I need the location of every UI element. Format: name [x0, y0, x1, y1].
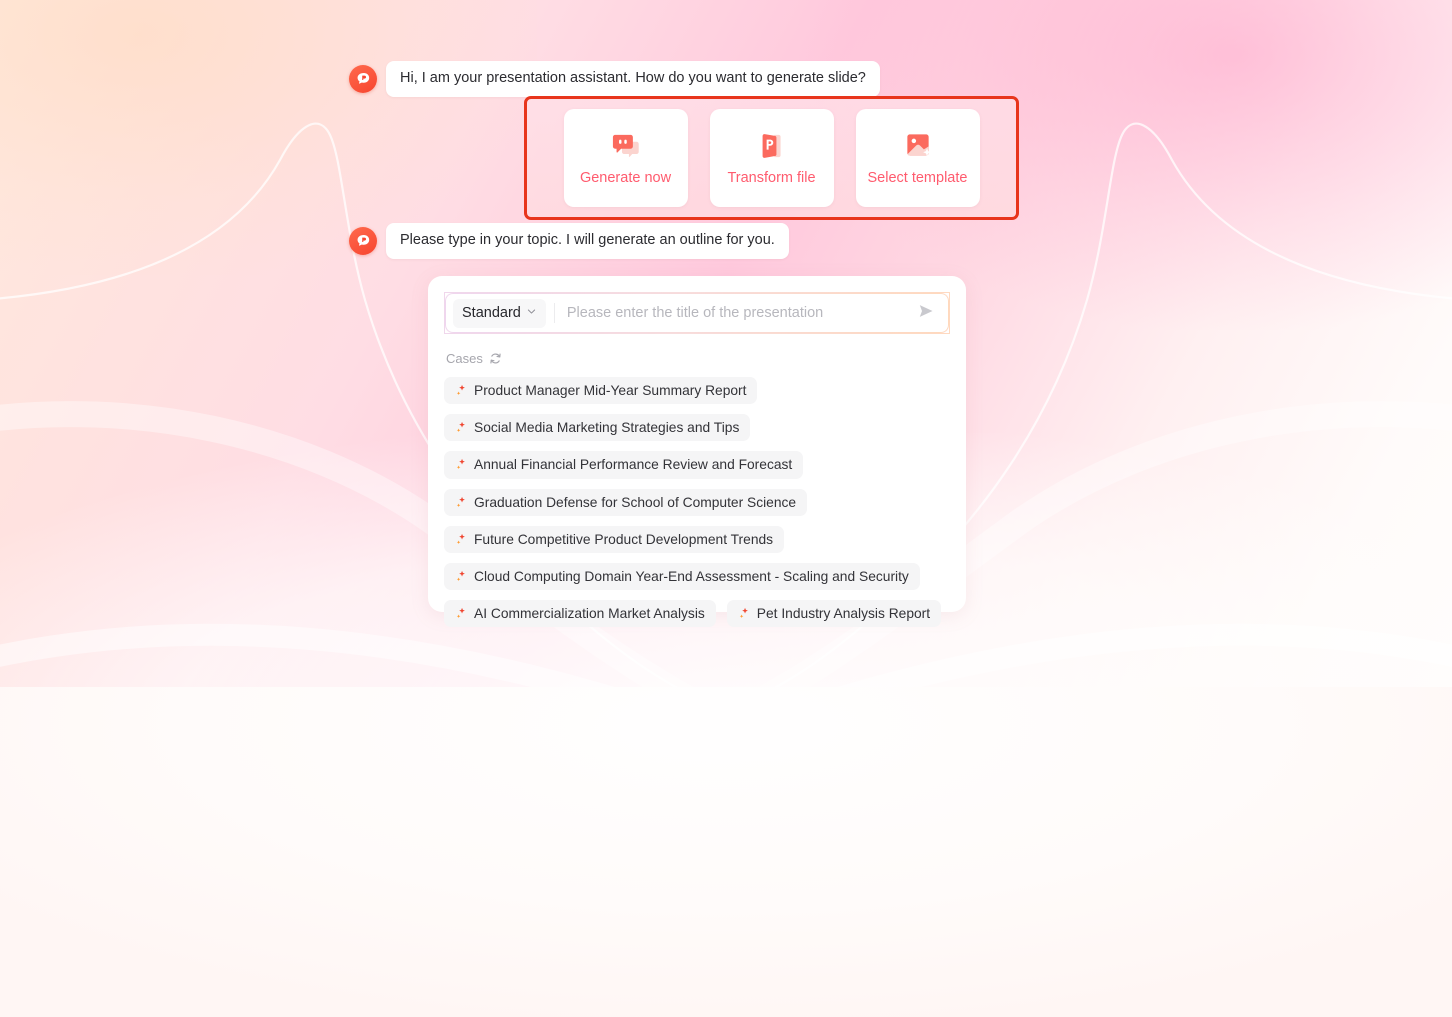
generate-now-label: Generate now [579, 170, 672, 187]
case-chip[interactable]: AI Commercialization Market Analysis [444, 600, 716, 628]
select-template-card[interactable]: Select template [855, 109, 980, 207]
generation-mode-panel: Generate now Transform file Select templ… [524, 96, 1019, 220]
cases-label: Cases [446, 350, 483, 366]
case-chip-label: Social Media Marketing Strategies and Ti… [474, 420, 740, 436]
composer-panel: Standard Cases [428, 276, 966, 628]
cases-header: Cases [446, 350, 950, 366]
select-template-label: Select template [867, 170, 968, 187]
generate-now-card[interactable]: Generate now [563, 109, 688, 207]
transform-file-label: Transform file [727, 170, 816, 187]
case-chip[interactable]: Cloud Computing Domain Year-End Assessme… [444, 562, 920, 591]
send-button[interactable] [911, 298, 941, 328]
sparkle-icon [455, 496, 467, 509]
sparkle-icon [455, 458, 467, 471]
sparkle-icon [455, 384, 467, 397]
chat-bubble-icon [609, 130, 643, 162]
case-chip[interactable]: Product Manager Mid-Year Summary Report [444, 377, 758, 405]
case-chip-label: Future Competitive Product Development T… [474, 531, 774, 547]
assistant-chat-bubble-icon [349, 226, 377, 255]
sparkle-icon [738, 607, 750, 620]
prompt-input-row: Standard [444, 292, 950, 334]
presentation-title-input[interactable] [566, 305, 911, 321]
assistant-message: Hi, I am your presentation assistant. Ho… [349, 61, 880, 97]
transform-file-card[interactable]: Transform file [709, 109, 834, 207]
send-arrow-icon [916, 301, 936, 326]
case-chip-label: Cloud Computing Domain Year-End Assessme… [474, 568, 909, 584]
case-chip[interactable]: Future Competitive Product Development T… [444, 525, 785, 553]
sparkle-icon [455, 607, 467, 620]
case-chip-label: Product Manager Mid-Year Summary Report [474, 383, 747, 398]
case-chip[interactable]: Social Media Marketing Strategies and Ti… [444, 414, 751, 442]
powerpoint-file-icon [755, 130, 789, 162]
sparkle-icon [455, 421, 467, 434]
image-sparkle-icon [901, 130, 935, 162]
case-chip-label: AI Commercialization Market Analysis [474, 606, 705, 622]
case-chip-label: Graduation Defense for School of Compute… [474, 494, 797, 510]
case-chip[interactable]: Graduation Defense for School of Compute… [444, 488, 808, 516]
refresh-icon[interactable] [489, 352, 502, 365]
sparkle-icon [455, 570, 467, 583]
sparkle-icon [455, 533, 467, 546]
case-chip[interactable]: Pet Industry Analysis Report [726, 600, 942, 628]
case-chip[interactable]: Annual Financial Performance Review and … [444, 451, 804, 479]
assistant-message: Please type in your topic. I will genera… [349, 223, 789, 259]
mode-dropdown-label: Standard [462, 304, 521, 321]
mode-dropdown[interactable]: Standard [453, 298, 546, 328]
assistant-chat-bubble-icon [349, 64, 377, 93]
input-divider [553, 303, 555, 323]
chat-conversation: Hi, I am your presentation assistant. Ho… [0, 0, 1452, 687]
chevron-down-icon [526, 304, 537, 322]
assistant-message-text: Please type in your topic. I will genera… [386, 223, 789, 259]
assistant-message-text: Hi, I am your presentation assistant. Ho… [386, 61, 880, 97]
case-chip-label: Pet Industry Analysis Report [756, 606, 931, 622]
cases-list: Product Manager Mid-Year Summary Report … [444, 377, 950, 628]
case-chip-label: Annual Financial Performance Review and … [474, 457, 793, 473]
